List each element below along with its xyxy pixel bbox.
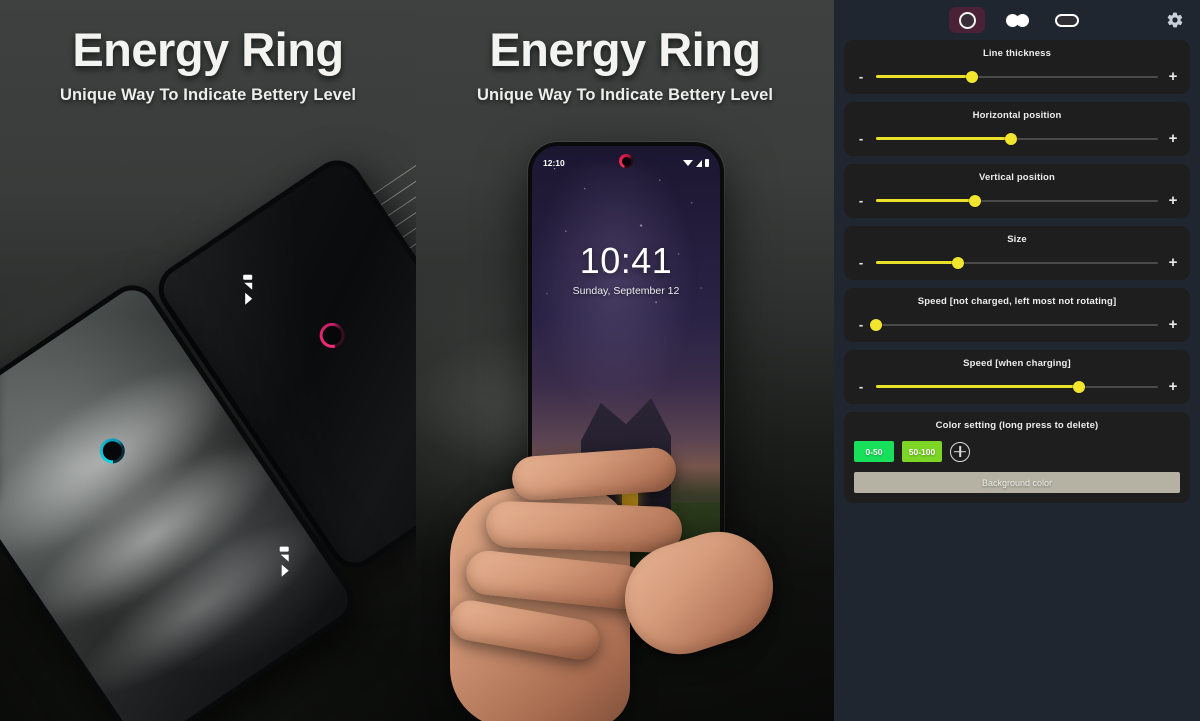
decrement-button[interactable]: - (854, 194, 868, 207)
lock-screen-date: Sunday, September 12 (572, 285, 680, 297)
slider-row: - + (854, 379, 1180, 394)
slider-row: - + (854, 131, 1180, 146)
slider-track[interactable] (870, 318, 1158, 332)
increment-button[interactable]: + (1166, 193, 1180, 208)
battery-icon (243, 274, 253, 280)
decrement-button[interactable]: - (854, 132, 868, 145)
decrement-button[interactable]: - (854, 70, 868, 83)
slider-row: - + (854, 69, 1180, 84)
slider-card-3: Size - + (844, 226, 1190, 280)
promo-subtitle: Unique Way To Indicate Bettery Level (476, 86, 774, 104)
background-color-button[interactable]: Background color (854, 472, 1180, 493)
decrement-button[interactable]: - (854, 318, 868, 331)
status-bar-time: 12:10 (543, 158, 565, 168)
promo-panel-hand-phone: Energy Ring Unique Way To Indicate Bette… (416, 0, 834, 721)
slider-card-list: Line thickness - + Horizontal position - + Ver… (844, 40, 1190, 404)
increment-button[interactable]: + (1166, 317, 1180, 332)
promo-panel-two-phones: Energy Ring Unique Way To Indicate Bette… (0, 0, 416, 721)
slider-track[interactable] (876, 132, 1158, 146)
hand-holding-phone (447, 408, 788, 721)
slider-card-1: Horizontal position - + (844, 102, 1190, 156)
slider-thumb[interactable] (951, 256, 964, 269)
wifi-icon (281, 564, 289, 577)
slider-label: Speed [not charged, left most not rotati… (917, 296, 1117, 307)
slider-fill (876, 75, 972, 78)
index-finger (510, 446, 678, 502)
slider-thumb[interactable] (870, 318, 882, 331)
slider-fill (876, 199, 975, 202)
signal-icon (244, 282, 253, 290)
slider-label: Line thickness (982, 48, 1052, 59)
gear-icon (1167, 12, 1183, 28)
energy-ring-settings-panel: Line thickness - + Horizontal position - + Ver… (834, 0, 1200, 721)
status-icons-back (243, 274, 253, 305)
slider-row: - + (854, 317, 1180, 332)
slider-card-5: Speed [when charging] - + (844, 350, 1190, 404)
battery-icon (704, 159, 709, 167)
slider-rail (876, 323, 1158, 326)
circle-icon (958, 11, 976, 29)
slider-fill (876, 137, 1012, 140)
promo-title: Energy Ring (489, 23, 761, 76)
decrement-button[interactable]: - (854, 380, 868, 393)
slider-thumb[interactable] (1005, 132, 1018, 145)
double-circle-icon (1005, 13, 1029, 27)
lock-screen-clock-block: 10:41 Sunday, September 12 (532, 240, 720, 297)
slider-track[interactable] (876, 256, 1158, 270)
status-icons-front (279, 546, 289, 577)
slider-thumb[interactable] (968, 194, 981, 207)
camera-punch-hole (621, 156, 631, 166)
shape-tab-single-ring[interactable] (949, 7, 985, 33)
increment-button[interactable]: + (1166, 379, 1180, 394)
shape-tab-double-ring[interactable] (999, 7, 1035, 33)
color-setting-title: Color setting (long press to delete) (935, 420, 1099, 431)
increment-button[interactable]: + (1166, 131, 1180, 146)
increment-button[interactable]: + (1166, 69, 1180, 84)
shape-tab-pill-ring[interactable] (1049, 7, 1085, 33)
slider-track[interactable] (876, 194, 1158, 208)
slider-label: Horizontal position (972, 110, 1062, 121)
increment-button[interactable]: + (1166, 255, 1180, 270)
slider-card-4: Speed [not charged, left most not rotati… (844, 288, 1190, 342)
wifi-icon (245, 292, 253, 305)
color-swatch-row: 0-50 50-100 (854, 441, 1180, 462)
slider-track[interactable] (876, 380, 1158, 394)
color-swatch-50-100[interactable]: 50-100 (902, 441, 942, 462)
signal-icon (280, 554, 289, 562)
slider-label: Speed [when charging] (963, 358, 1071, 369)
promo-heading-b: Energy Ring Unique Way To Indicate Bette… (416, 22, 834, 105)
add-color-button[interactable] (950, 441, 970, 462)
signal-icon (695, 159, 702, 167)
lock-screen-time: 10:41 (579, 240, 673, 281)
promo-title: Energy Ring (72, 23, 344, 76)
energy-ring-around-camera (619, 154, 633, 168)
settings-top-bar (844, 0, 1190, 40)
slider-thumb[interactable] (965, 70, 978, 83)
app-store-listing-screenshot: Energy Ring Unique Way To Indicate Bette… (0, 0, 1200, 721)
slider-fill (876, 261, 958, 264)
slider-row: - + (854, 255, 1180, 270)
status-bar-icons (682, 159, 709, 167)
slider-card-2: Vertical position - + (844, 164, 1190, 218)
middle-finger (485, 500, 683, 554)
slider-row: - + (854, 193, 1180, 208)
slider-track[interactable] (876, 70, 1158, 84)
decrement-button[interactable]: - (854, 256, 868, 269)
wifi-icon (682, 160, 693, 166)
battery-icon (279, 546, 289, 552)
slider-fill (876, 385, 1080, 388)
shape-selector-tabs (949, 7, 1085, 33)
color-setting-card: Color setting (long press to delete) 0-5… (844, 412, 1190, 503)
promo-subtitle: Unique Way To Indicate Bettery Level (59, 86, 357, 104)
background-color-label: Background color (981, 477, 1053, 488)
slider-card-0: Line thickness - + (844, 40, 1190, 94)
capsule-icon (1055, 13, 1079, 27)
color-swatch-0-50[interactable]: 0-50 (854, 441, 894, 462)
settings-gear-button[interactable] (1164, 9, 1186, 31)
slider-label: Vertical position (979, 172, 1055, 183)
slider-thumb[interactable] (1073, 380, 1086, 393)
promo-heading-a: Energy Ring Unique Way To Indicate Bette… (0, 22, 416, 105)
slider-label: Size (1007, 234, 1027, 245)
